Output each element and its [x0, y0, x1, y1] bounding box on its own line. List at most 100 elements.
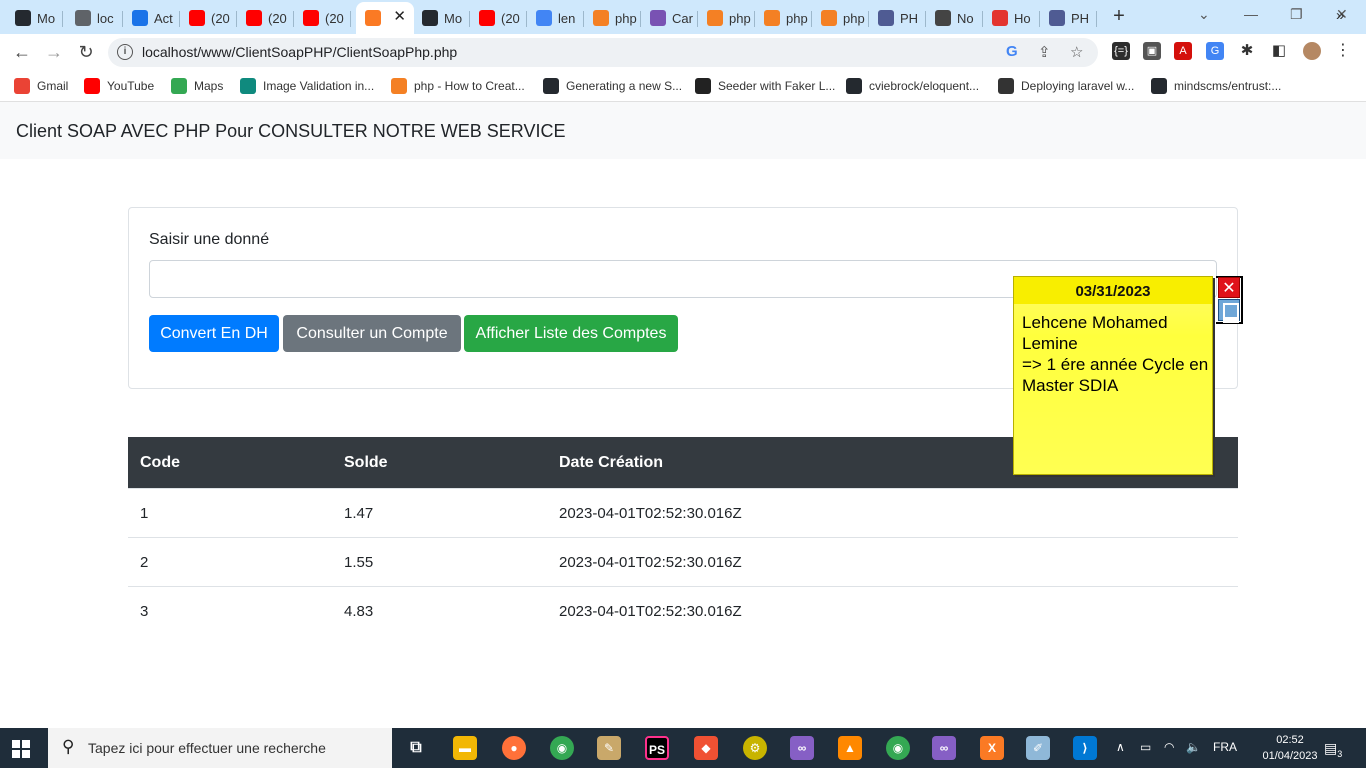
- site-info-icon[interactable]: i: [117, 44, 133, 60]
- taskbar-search-box[interactable]: ⚲ Tapez ici pour effectuer une recherche: [48, 728, 392, 768]
- address-bar-url[interactable]: localhost/www/ClientSoapPHP/ClientSoapPh…: [142, 44, 457, 60]
- chrome-profile-icon[interactable]: ◉: [886, 736, 910, 760]
- page-brand-title[interactable]: Client SOAP AVEC PHP Pour CONSULTER NOTR…: [16, 121, 566, 142]
- bookmark-item[interactable]: Generating a new S...: [543, 77, 682, 95]
- language-indicator[interactable]: FRA: [1213, 740, 1237, 754]
- bookmark-item[interactable]: Gmail: [14, 77, 68, 95]
- reload-icon[interactable]: ↻: [74, 40, 98, 64]
- browser-tab-label: Mo: [37, 10, 56, 26]
- bookmark-item[interactable]: Image Validation in...: [240, 77, 374, 95]
- visual-studio-icon[interactable]: ∞: [790, 736, 814, 760]
- more-bookmarks-button[interactable]: »: [1336, 6, 1344, 24]
- browser-tab[interactable]: Mo: [6, 4, 63, 32]
- taskbar-search-placeholder[interactable]: Tapez ici pour effectuer une recherche: [88, 740, 326, 756]
- chrome-menu-icon[interactable]: ⋮: [1334, 42, 1352, 60]
- consult-account-button[interactable]: Consulter un Compte: [283, 315, 461, 352]
- bookmark-item[interactable]: cviebrock/eloquent...: [846, 77, 979, 95]
- maps-icon: [171, 78, 187, 94]
- bookmark-item[interactable]: mindscms/entrust:...: [1151, 77, 1281, 95]
- browser-tab[interactable]: Act: [123, 4, 180, 32]
- list-accounts-button[interactable]: Afficher Liste des Comptes: [464, 315, 678, 352]
- browser-tab[interactable]: php: [584, 4, 641, 32]
- windows-start-icon[interactable]: [12, 740, 30, 758]
- browser-tab[interactable]: php: [698, 4, 755, 32]
- browser-tab[interactable]: Mo: [413, 4, 470, 32]
- xampp-icon[interactable]: X: [980, 736, 1004, 760]
- share-icon[interactable]: ⇪: [1038, 43, 1051, 61]
- restore-icon[interactable]: ❐: [1290, 6, 1303, 23]
- visual-studio-2-icon[interactable]: ∞: [932, 736, 956, 760]
- phpstorm-icon[interactable]: PS: [645, 736, 669, 760]
- minimize-icon[interactable]: —: [1244, 6, 1258, 22]
- bookmark-label: php - How to Creat...: [414, 79, 525, 93]
- browser-tab[interactable]: len: [527, 4, 584, 32]
- browser-tab[interactable]: PH: [869, 4, 926, 32]
- close-tab-icon[interactable]: ✕: [393, 7, 406, 25]
- new-tab-button[interactable]: +: [1108, 4, 1130, 28]
- clock-time: 02:52: [1276, 734, 1304, 746]
- xampp-icon: [365, 10, 381, 26]
- browser-tab[interactable]: (20: [470, 4, 527, 32]
- input-label: Saisir une donné: [149, 231, 270, 248]
- wifi-icon[interactable]: ◠: [1164, 740, 1174, 754]
- bookmark-item[interactable]: Maps: [171, 77, 223, 95]
- bookmark-star-icon[interactable]: ☆: [1070, 43, 1083, 61]
- convert-dh-button[interactable]: Convert En DH: [149, 315, 279, 352]
- bookmark-label: Image Validation in...: [263, 79, 375, 93]
- acrobat-extension-icon[interactable]: A: [1174, 42, 1192, 60]
- profile-avatar[interactable]: [1303, 42, 1321, 60]
- google-translate-icon[interactable]: G: [1006, 43, 1018, 60]
- bookmark-item[interactable]: Deploying laravel w...: [998, 77, 1134, 95]
- youtube-icon: [303, 10, 319, 26]
- vscode-icon[interactable]: ⟩: [1073, 736, 1097, 760]
- browser-tab[interactable]: php: [812, 4, 869, 32]
- notification-center-icon[interactable]: ▤3: [1324, 740, 1342, 759]
- paint-icon[interactable]: ✎: [597, 736, 621, 760]
- bookmark-item[interactable]: Seeder with Faker L...: [695, 77, 835, 95]
- vlc-icon[interactable]: ▲: [838, 736, 862, 760]
- sticky-note[interactable]: 03/31/2023 Lehcene Mohamed Lemine => 1 é…: [1013, 276, 1213, 475]
- address-bar[interactable]: i localhost/www/ClientSoapPHP/ClientSoap…: [108, 38, 1098, 67]
- git-icon[interactable]: ◆: [694, 736, 718, 760]
- volume-icon[interactable]: 🔈: [1186, 740, 1201, 754]
- browser-tab[interactable]: loc: [66, 4, 123, 32]
- browser-tab[interactable]: Car: [641, 4, 698, 32]
- browser-tab[interactable]: ✕: [356, 2, 414, 34]
- back-icon[interactable]: ←: [10, 40, 34, 64]
- bookmark-item[interactable]: YouTube: [84, 77, 154, 95]
- task-view-icon[interactable]: ⧉: [404, 736, 428, 760]
- firefox-icon[interactable]: ●: [502, 736, 526, 760]
- tray-overflow-icon[interactable]: ∧: [1116, 740, 1125, 754]
- bookmark-item[interactable]: php - How to Creat...: [391, 77, 525, 95]
- browser-tab[interactable]: (20: [237, 4, 294, 32]
- browser-tab[interactable]: Ho: [983, 4, 1040, 32]
- json-extension-icon[interactable]: {=}: [1112, 42, 1130, 60]
- browser-tab[interactable]: php: [755, 4, 812, 32]
- youtube-icon: [84, 78, 100, 94]
- sticky-note-close-icon[interactable]: ✕: [1218, 277, 1240, 298]
- side-panel-icon[interactable]: ◧: [1270, 42, 1288, 60]
- browser-tab[interactable]: (20: [180, 4, 237, 32]
- bookmark-label: Maps: [194, 79, 224, 93]
- media-extension-icon[interactable]: ▣: [1143, 42, 1161, 60]
- sticky-note-text[interactable]: Lehcene Mohamed Lemine => 1 ére année Cy…: [1022, 312, 1210, 396]
- battery-icon[interactable]: ▭: [1140, 740, 1151, 754]
- sticky-note-pin-icon[interactable]: [1218, 299, 1240, 323]
- file-explorer-icon[interactable]: ▬: [453, 736, 477, 760]
- notepad-icon[interactable]: ✐: [1026, 736, 1050, 760]
- browser-tab-label: Act: [154, 10, 173, 26]
- translate-extension-icon[interactable]: G: [1206, 42, 1224, 60]
- github-icon: [846, 78, 862, 94]
- gear-app-icon[interactable]: ⚙: [743, 736, 767, 760]
- browser-tab[interactable]: No: [926, 4, 983, 32]
- taskbar-clock[interactable]: 02:52 01/04/2023: [1258, 732, 1322, 764]
- browser-tab[interactable]: (20: [294, 4, 351, 32]
- cell-date: 2023-04-01T02:52:30.016Z: [559, 603, 742, 620]
- tab-search-icon[interactable]: ⌄: [1198, 6, 1210, 23]
- table-row: 1 1.47 2023-04-01T02:52:30.016Z: [128, 488, 1238, 537]
- extensions-puzzle-icon[interactable]: ✱: [1238, 42, 1256, 60]
- stackoverflow-icon: [593, 10, 609, 26]
- forward-icon[interactable]: →: [42, 40, 66, 64]
- browser-tab[interactable]: PH: [1040, 4, 1097, 32]
- chrome-icon[interactable]: ◉: [550, 736, 574, 760]
